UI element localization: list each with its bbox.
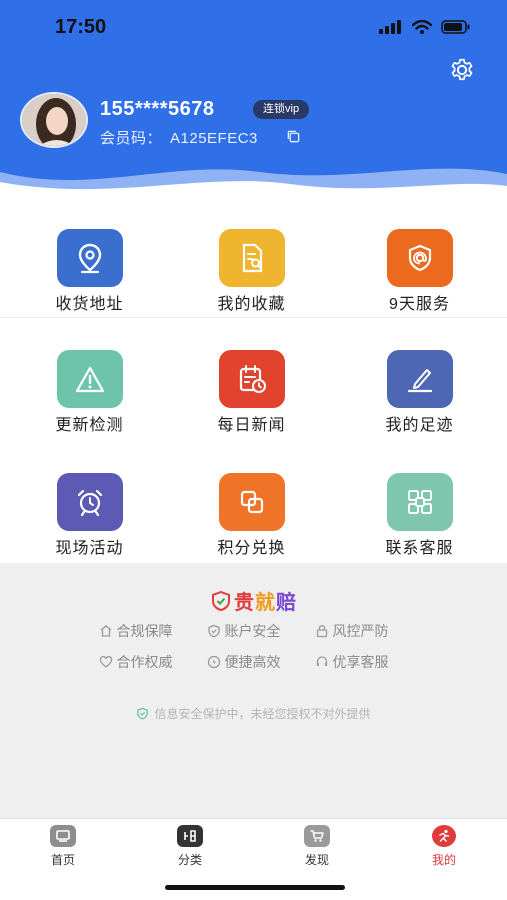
profile-run-icon <box>432 825 456 847</box>
grid-item-points-exchange[interactable]: 积分兑换 <box>167 442 336 562</box>
header-wave <box>0 168 507 200</box>
settings-gear-icon[interactable] <box>449 57 475 83</box>
feature-compliance: 合规保障 <box>99 621 193 641</box>
guarantee-char-2: 就 <box>255 592 276 614</box>
tab-mine[interactable]: 我的 <box>414 825 474 868</box>
grid-item-label: 联系客服 <box>385 540 454 557</box>
feature-row-1: 合规保障 账户安全 风控严防 <box>0 621 507 641</box>
lightning-icon <box>207 655 220 669</box>
feature-label: 风控严防 <box>332 623 389 639</box>
grid-item-customer-service[interactable]: 联系客服 <box>335 442 504 562</box>
grid-item-favorites[interactable]: 我的收藏 <box>167 198 336 318</box>
shield-at-icon <box>386 229 453 287</box>
grid-item-label: 收货地址 <box>55 296 124 313</box>
status-time: 17:50 <box>55 16 107 38</box>
home-icon <box>50 825 76 847</box>
guarantee-title: 贵就赔 <box>0 586 507 615</box>
privacy-notice: 信息安全保护中，未经您授权不对外提供 <box>0 705 507 722</box>
grid-item-daily-news[interactable]: 每日新闻 <box>167 319 336 439</box>
feature-label: 账户安全 <box>224 623 281 639</box>
privacy-notice-text: 信息安全保护中，未经您授权不对外提供 <box>154 707 371 721</box>
member-code-label: 会员码： <box>100 130 163 147</box>
calendar-clock-icon <box>218 350 285 408</box>
alarm-clock-icon <box>56 473 123 531</box>
tab-discover[interactable]: 发现 <box>287 825 347 868</box>
warning-triangle-icon <box>56 350 123 408</box>
house-shield-icon <box>100 625 111 637</box>
feature-label: 合作权威 <box>116 654 173 670</box>
shield-check-icon <box>207 624 220 638</box>
feature-risk-control: 风控严防 <box>315 621 409 641</box>
grid-item-address[interactable]: 收货地址 <box>5 198 174 318</box>
grid-item-label: 9天服务 <box>389 296 450 313</box>
tab-category[interactable]: 分类 <box>160 825 220 868</box>
shield-check-icon <box>137 707 149 720</box>
grid-item-9day-service[interactable]: 9天服务 <box>335 198 504 318</box>
grid-item-footprint[interactable]: 我的足迹 <box>335 319 504 439</box>
grid-item-label: 我的收藏 <box>217 296 286 313</box>
status-bar: 17:50 <box>0 14 507 42</box>
tab-label: 发现 <box>304 853 329 867</box>
feature-account-security: 账户安全 <box>207 621 301 641</box>
document-search-icon <box>218 229 285 287</box>
service-grid: 收货地址 我的收藏 9天服务 更新检测 每日新闻 我的足迹 现场活动 积分兑换 … <box>0 198 507 563</box>
home-indicator <box>165 885 345 890</box>
user-phone: 155****5678 <box>100 98 215 120</box>
guarantee-char-3: 赔 <box>276 592 297 614</box>
location-pin-icon <box>56 229 123 287</box>
grid-item-label: 每日新闻 <box>217 417 286 434</box>
feature-row-2: 合作权威 便捷高效 优享客服 <box>0 652 507 672</box>
grid-item-update-check[interactable]: 更新检测 <box>5 319 174 439</box>
copy-icon[interactable] <box>286 129 301 144</box>
signal-icon <box>379 20 401 34</box>
vip-badge: 连锁vip <box>253 100 310 119</box>
member-code-row: 会员码： A125EFEC3 <box>100 127 258 148</box>
heart-hands-icon <box>99 655 112 668</box>
wifi-icon <box>412 20 432 34</box>
tab-label: 首页 <box>50 853 75 867</box>
tab-label: 我的 <box>431 853 456 867</box>
headset-icon <box>316 656 327 666</box>
grid-item-live-events[interactable]: 现场活动 <box>5 442 174 562</box>
feature-label: 优享客服 <box>332 654 389 670</box>
feature-authority: 合作权威 <box>99 652 193 672</box>
category-icon <box>177 825 203 847</box>
grid-squares-icon <box>386 473 453 531</box>
feature-service: 优享客服 <box>315 652 409 672</box>
battery-icon <box>441 20 470 34</box>
exchange-squares-icon <box>218 473 285 531</box>
grid-item-label: 更新检测 <box>55 417 124 434</box>
grid-item-label: 现场活动 <box>55 540 124 557</box>
lock-icon <box>316 625 327 638</box>
feature-efficiency: 便捷高效 <box>207 652 301 672</box>
grid-item-label: 积分兑换 <box>217 540 286 557</box>
tab-home[interactable]: 首页 <box>33 825 93 868</box>
cart-icon <box>304 825 330 847</box>
feature-label: 合规保障 <box>116 623 173 639</box>
tab-label: 分类 <box>177 853 202 867</box>
shield-logo-icon <box>212 590 230 612</box>
feature-label: 便捷高效 <box>224 654 281 670</box>
avatar[interactable] <box>20 92 88 148</box>
guarantee-char-1: 贵 <box>234 592 255 614</box>
grid-item-label: 我的足迹 <box>385 417 454 434</box>
pen-sign-icon <box>386 350 453 408</box>
member-code: A125EFEC3 <box>170 130 258 147</box>
